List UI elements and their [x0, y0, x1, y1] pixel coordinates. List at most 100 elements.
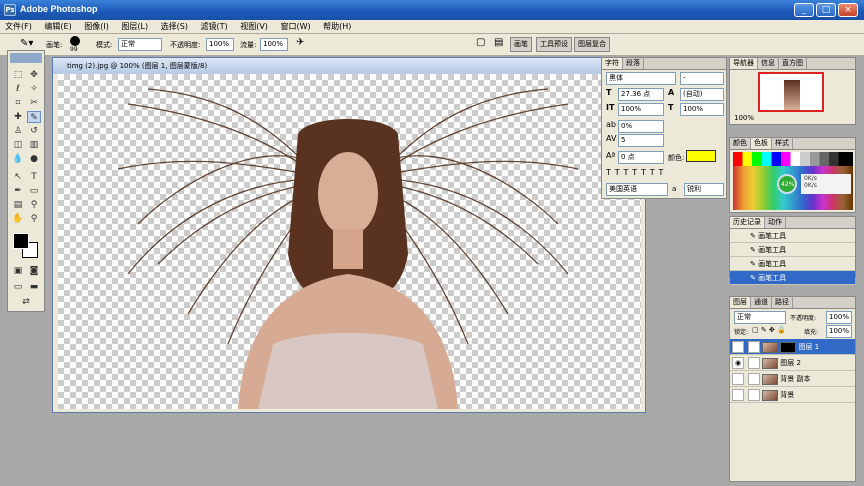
path-select-icon[interactable]: ↖	[11, 171, 25, 183]
menu-view[interactable]: 视图(V)	[235, 20, 273, 34]
lasso-tool-icon[interactable]: ℓ	[11, 83, 25, 95]
marquee-tool-icon[interactable]: ⬚	[11, 69, 25, 81]
airbrush-icon[interactable]: ✈	[296, 37, 304, 48]
navigator-preview[interactable]	[758, 72, 824, 112]
tab-brushes[interactable]: 画笔	[510, 37, 532, 52]
font-size-field[interactable]: 27.36 点	[618, 88, 664, 101]
notes-tool-icon[interactable]: ▤	[11, 199, 25, 211]
menu-window[interactable]: 窗口(W)	[275, 20, 315, 34]
tab-paths[interactable]: 路径	[772, 297, 793, 308]
blend-mode-select[interactable]: 正常	[734, 311, 786, 324]
vertical-scale-field[interactable]: 100%	[618, 103, 664, 116]
menu-edit[interactable]: 编辑(E)	[39, 20, 76, 34]
visibility-eye-icon[interactable]	[732, 389, 744, 401]
brush-preview-icon[interactable]	[70, 36, 80, 46]
magic-wand-icon[interactable]: ✧	[27, 83, 41, 95]
tab-swatches[interactable]: 色板	[751, 138, 772, 149]
type-tool-icon[interactable]: T	[27, 171, 41, 183]
tab-info[interactable]: 信息	[758, 58, 779, 69]
crop-tool-icon[interactable]: ⌗	[11, 97, 25, 109]
opacity-field[interactable]: 100%	[206, 38, 234, 51]
move-tool-icon[interactable]: ✥	[27, 69, 41, 81]
visibility-eye-icon[interactable]: ◉	[732, 341, 744, 353]
visibility-eye-icon[interactable]	[732, 373, 744, 385]
tab-history[interactable]: 历史记录	[730, 217, 765, 228]
link-icon[interactable]	[748, 357, 760, 369]
menu-filter[interactable]: 滤镜(T)	[196, 20, 233, 34]
layer-row-selected[interactable]: ◉ ✎ 图层 1	[730, 339, 855, 355]
menu-image[interactable]: 图像(I)	[79, 20, 114, 34]
text-style-buttons[interactable]: TTTTTTT	[606, 168, 667, 177]
healing-tool-icon[interactable]: ✚	[11, 111, 25, 123]
blur-tool-icon[interactable]: 💧	[11, 153, 25, 165]
link-icon[interactable]	[748, 389, 760, 401]
gradient-tool-icon[interactable]: ▥	[27, 139, 41, 151]
antialias-select[interactable]: 锐利	[684, 183, 724, 196]
slice-tool-icon[interactable]: ✂	[27, 97, 41, 109]
dodge-tool-icon[interactable]: ●	[27, 153, 41, 165]
imageready-icon[interactable]: ⇄	[19, 296, 33, 308]
close-button[interactable]: ×	[838, 3, 858, 17]
tab-paragraph[interactable]: 段落	[623, 58, 644, 69]
baseline-field[interactable]: 0 点	[618, 151, 664, 164]
layer-mask-thumbnail[interactable]	[780, 341, 797, 353]
mode-select[interactable]: 正常	[118, 38, 162, 51]
history-item[interactable]: ✎ 画笔工具	[730, 243, 855, 257]
horizontal-scale-field[interactable]: 100%	[680, 103, 724, 116]
history-item[interactable]: ✎ 画笔工具	[730, 257, 855, 271]
tab-character[interactable]: 字符	[602, 58, 623, 69]
tab-styles[interactable]: 样式	[772, 138, 793, 149]
swatch-grid[interactable]: 42% 0K/s 0K/s	[733, 152, 853, 210]
tab-layers[interactable]: 图层	[730, 297, 751, 308]
tab-color[interactable]: 颜色	[730, 138, 751, 149]
flow-field[interactable]: 100%	[260, 38, 288, 51]
history-item[interactable]: ✎ 画笔工具	[730, 229, 855, 243]
fullscreen-mode-icon[interactable]: ▬	[27, 281, 41, 293]
zoom-tool-icon[interactable]: ⚲	[27, 213, 41, 225]
layer-row[interactable]: 背景	[730, 387, 855, 403]
tab-histogram[interactable]: 直方图	[779, 58, 807, 69]
tracking-field[interactable]: 0%	[618, 120, 664, 133]
tab-tool-presets[interactable]: 工具预设	[536, 37, 572, 52]
brush-tool-icon-active[interactable]: ✎	[27, 111, 41, 123]
tab-layer-comps[interactable]: 图层复合	[574, 37, 610, 52]
brush-link-icon[interactable]: ✎	[748, 341, 760, 353]
font-family-select[interactable]: 黑体	[606, 72, 676, 85]
maximize-button[interactable]: □	[816, 3, 836, 17]
link-icon[interactable]	[748, 373, 760, 385]
standard-mode-icon[interactable]: ▣	[11, 265, 25, 277]
menu-layer[interactable]: 图层(L)	[116, 20, 153, 34]
navigator-zoom[interactable]: 100%	[734, 114, 754, 122]
language-select[interactable]: 美国英语	[606, 183, 668, 196]
lock-icons[interactable]: ▢ ✎ ✥ 🔒	[752, 326, 786, 334]
document-icon[interactable]: ▢	[476, 37, 485, 48]
pen-tool-icon[interactable]: ✒	[11, 185, 25, 197]
shape-tool-icon[interactable]: ▭	[27, 185, 41, 197]
foreground-color-swatch[interactable]	[13, 233, 29, 249]
text-color-swatch[interactable]	[686, 150, 716, 162]
kerning-field[interactable]: 5	[618, 134, 664, 147]
eraser-tool-icon[interactable]: ◫	[11, 139, 25, 151]
layer-row[interactable]: ◉ 图层 2	[730, 355, 855, 371]
leading-field[interactable]: (自动)	[680, 88, 724, 101]
image-canvas[interactable]	[58, 74, 641, 409]
hand-tool-icon[interactable]: ✋	[11, 213, 25, 225]
visibility-eye-icon[interactable]: ◉	[732, 357, 744, 369]
layer-row[interactable]: 背景 副本	[730, 371, 855, 387]
tab-actions[interactable]: 动作	[765, 217, 786, 228]
screen-mode-icon[interactable]: ▭	[11, 281, 25, 293]
history-item-selected[interactable]: ✎ 画笔工具	[730, 271, 855, 285]
fill-field[interactable]: 100%	[826, 325, 852, 338]
history-brush-icon[interactable]: ↺	[27, 125, 41, 137]
stamp-tool-icon[interactable]: ♙	[11, 125, 25, 137]
menu-file[interactable]: 文件(F)	[0, 20, 37, 34]
tab-navigator[interactable]: 导航器	[730, 58, 758, 69]
font-style-select[interactable]: -	[680, 72, 724, 85]
eyedropper-icon[interactable]: ⚲	[27, 199, 41, 211]
menu-help[interactable]: 帮助(H)	[318, 20, 356, 34]
brush-tool-icon[interactable]: ✎▾	[20, 38, 33, 49]
tab-channels[interactable]: 通道	[751, 297, 772, 308]
layer-opacity-field[interactable]: 100%	[826, 311, 852, 324]
palette-well-icon[interactable]: ▤	[494, 37, 503, 48]
minimize-button[interactable]: _	[794, 3, 814, 17]
